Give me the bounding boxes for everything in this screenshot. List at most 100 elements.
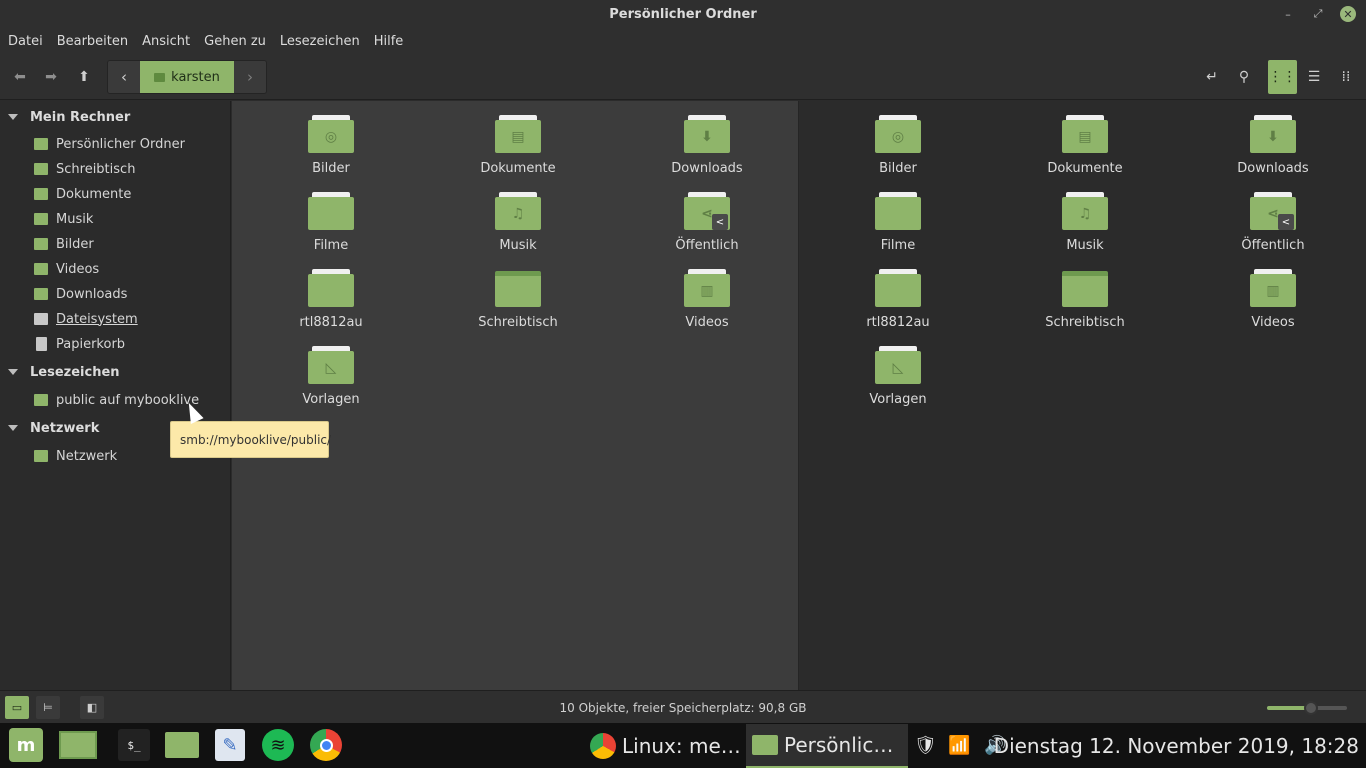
taskbar-window-files[interactable]: Persönlic…	[746, 724, 908, 768]
sidebar-item-filesystem[interactable]: Dateisystem	[34, 309, 138, 329]
section-mein-rechner[interactable]: Mein Rechner	[8, 107, 130, 127]
file-item[interactable]: ◺ Vorlagen	[843, 346, 953, 416]
text-editor-icon[interactable]: ✎	[214, 728, 246, 762]
sidebar-item-pictures[interactable]: Bilder	[34, 234, 94, 254]
file-label: Bilder	[879, 161, 917, 176]
file-item[interactable]: ▥ Videos	[1218, 269, 1328, 339]
update-shield-icon[interactable]: 🛡	[914, 735, 937, 756]
sidebar-item-label: Persönlicher Ordner	[56, 136, 185, 152]
document-icon: ▤	[495, 115, 541, 153]
taskbar-window-label: Persönlic…	[784, 733, 894, 757]
sidebar-item-network[interactable]: Netzwerk	[34, 446, 117, 466]
left-file-pane[interactable]: ◎ Bilder ▤ Dokumente ⬇ Downloads Filme ♫ Mus…	[232, 101, 799, 690]
file-item[interactable]: ◎ Bilder	[276, 115, 386, 185]
sidebar-item-home[interactable]: Persönlicher Ordner	[34, 134, 185, 154]
right-file-pane[interactable]: ◎ Bilder ▤ Dokumente ⬇ Downloads Filme ♫ Mus…	[800, 101, 1366, 690]
menu-bearbeiten[interactable]: Bearbeiten	[57, 34, 128, 49]
music-note-icon: ♫	[1062, 192, 1108, 230]
places-sidebar-icon[interactable]: ▭	[5, 696, 29, 719]
files-icon[interactable]	[165, 728, 199, 762]
film-icon: ▥	[1250, 269, 1296, 307]
file-item[interactable]: rtl8812au	[843, 269, 953, 339]
clock[interactable]: Dienstag 12. November 2019, 18:28	[994, 723, 1359, 768]
file-item[interactable]: ◎ Bilder	[843, 115, 953, 185]
file-item[interactable]: rtl8812au	[276, 269, 386, 339]
sidebar-item-desktop[interactable]: Schreibtisch	[34, 159, 135, 179]
hide-sidebar-icon[interactable]: ◧	[80, 696, 104, 719]
sidebar-item-label: Videos	[56, 261, 100, 277]
tree-sidebar-icon[interactable]: ⊨	[36, 696, 60, 719]
file-item[interactable]: Filme	[843, 192, 953, 262]
close-icon[interactable]: ✕	[1340, 6, 1356, 22]
list-view-icon[interactable]: ☰	[1301, 64, 1327, 90]
wifi-icon[interactable]: 📶	[948, 735, 970, 756]
file-item[interactable]: ⬇ Downloads	[652, 115, 762, 185]
sidebar-item-music[interactable]: Musik	[34, 209, 93, 229]
breadcrumb-next-button[interactable]: ›	[234, 61, 266, 93]
breadcrumb-home[interactable]: karsten	[140, 61, 234, 93]
share-icon: ⋖ <	[684, 192, 730, 230]
section-netzwerk[interactable]: Netzwerk	[8, 418, 99, 438]
maximize-icon[interactable]: ⤢	[1306, 4, 1330, 24]
show-desktop-icon[interactable]	[58, 728, 98, 762]
menu-ansicht[interactable]: Ansicht	[142, 34, 190, 49]
taskbar-window-chrome[interactable]: Linux: me…	[584, 724, 744, 768]
sidebar-item-downloads[interactable]: Downloads	[34, 284, 127, 304]
download-arrow-icon: ⬇	[1250, 115, 1296, 153]
camera-icon: ◎	[308, 115, 354, 153]
file-item[interactable]: ♫ Musik	[1030, 192, 1140, 262]
menu-lesezeichen[interactable]: Lesezeichen	[280, 34, 360, 49]
file-label: Vorlagen	[302, 392, 360, 407]
menu-hilfe[interactable]: Hilfe	[374, 34, 404, 49]
home-folder-icon	[34, 138, 48, 150]
download-arrow-icon: ⬇	[684, 115, 730, 153]
camera-icon: ◎	[875, 115, 921, 153]
document-icon: ▤	[1062, 115, 1108, 153]
expander-icon	[8, 369, 18, 375]
spotify-icon[interactable]: ≋	[262, 728, 294, 762]
mint-menu-icon[interactable]: m	[8, 728, 44, 762]
sidebar-item-documents[interactable]: Dokumente	[34, 184, 131, 204]
back-arrow-icon[interactable]: ⬅	[7, 64, 33, 90]
minimize-icon[interactable]: –	[1276, 4, 1300, 24]
expander-icon	[8, 425, 18, 431]
file-item[interactable]: Schreibtisch	[1030, 269, 1140, 339]
sidebar-item-label: Downloads	[56, 286, 128, 302]
file-label: Dokumente	[480, 161, 556, 176]
file-item[interactable]: ⬇ Downloads	[1218, 115, 1328, 185]
sidebar: Mein Rechner Persönlicher Ordner Schreib…	[0, 101, 231, 690]
zoom-slider-knob[interactable]	[1304, 701, 1318, 715]
terminal-icon[interactable]: $_	[117, 728, 151, 762]
file-item[interactable]: ▤ Dokumente	[463, 115, 573, 185]
sidebar-item-videos[interactable]: Videos	[34, 259, 99, 279]
compact-view-icon[interactable]: ⁞⁞	[1333, 64, 1359, 90]
toggle-location-icon[interactable]: ↵	[1199, 64, 1225, 90]
file-item[interactable]: Filme	[276, 192, 386, 262]
icon-view-icon[interactable]: ⋮⋮	[1268, 60, 1297, 94]
menu-gehen-zu[interactable]: Gehen zu	[204, 34, 266, 49]
sidebar-item-bookmark-public[interactable]: public auf mybooklive	[34, 390, 199, 410]
search-icon[interactable]: ⚲	[1231, 64, 1257, 90]
trash-icon	[36, 337, 47, 351]
chrome-icon[interactable]	[310, 728, 342, 762]
file-item[interactable]: ▤ Dokumente	[1030, 115, 1140, 185]
section-lesezeichen[interactable]: Lesezeichen	[8, 362, 120, 382]
sidebar-item-trash[interactable]: Papierkorb	[34, 334, 125, 354]
sidebar-item-label: Dokumente	[56, 186, 132, 202]
menu-datei[interactable]: Datei	[8, 34, 43, 49]
zoom-slider[interactable]	[1267, 701, 1347, 715]
file-label: Dokumente	[1047, 161, 1123, 176]
file-item[interactable]: ▥ Videos	[652, 269, 762, 339]
file-item[interactable]: ♫ Musik	[463, 192, 573, 262]
sidebar-item-label: Netzwerk	[56, 448, 118, 464]
network-folder-icon	[34, 394, 48, 406]
sidebar-item-label: Musik	[56, 211, 94, 227]
up-arrow-icon[interactable]: ⬆	[71, 64, 97, 90]
file-item[interactable]: Schreibtisch	[463, 269, 573, 339]
forward-arrow-icon[interactable]: ➡	[38, 64, 64, 90]
file-item[interactable]: ◺ Vorlagen	[276, 346, 386, 416]
breadcrumb-prev-button[interactable]: ‹	[108, 61, 140, 93]
downloads-folder-icon	[34, 288, 48, 300]
file-item[interactable]: ⋖ < Öffentlich	[1218, 192, 1328, 262]
file-item[interactable]: ⋖ < Öffentlich	[652, 192, 762, 262]
